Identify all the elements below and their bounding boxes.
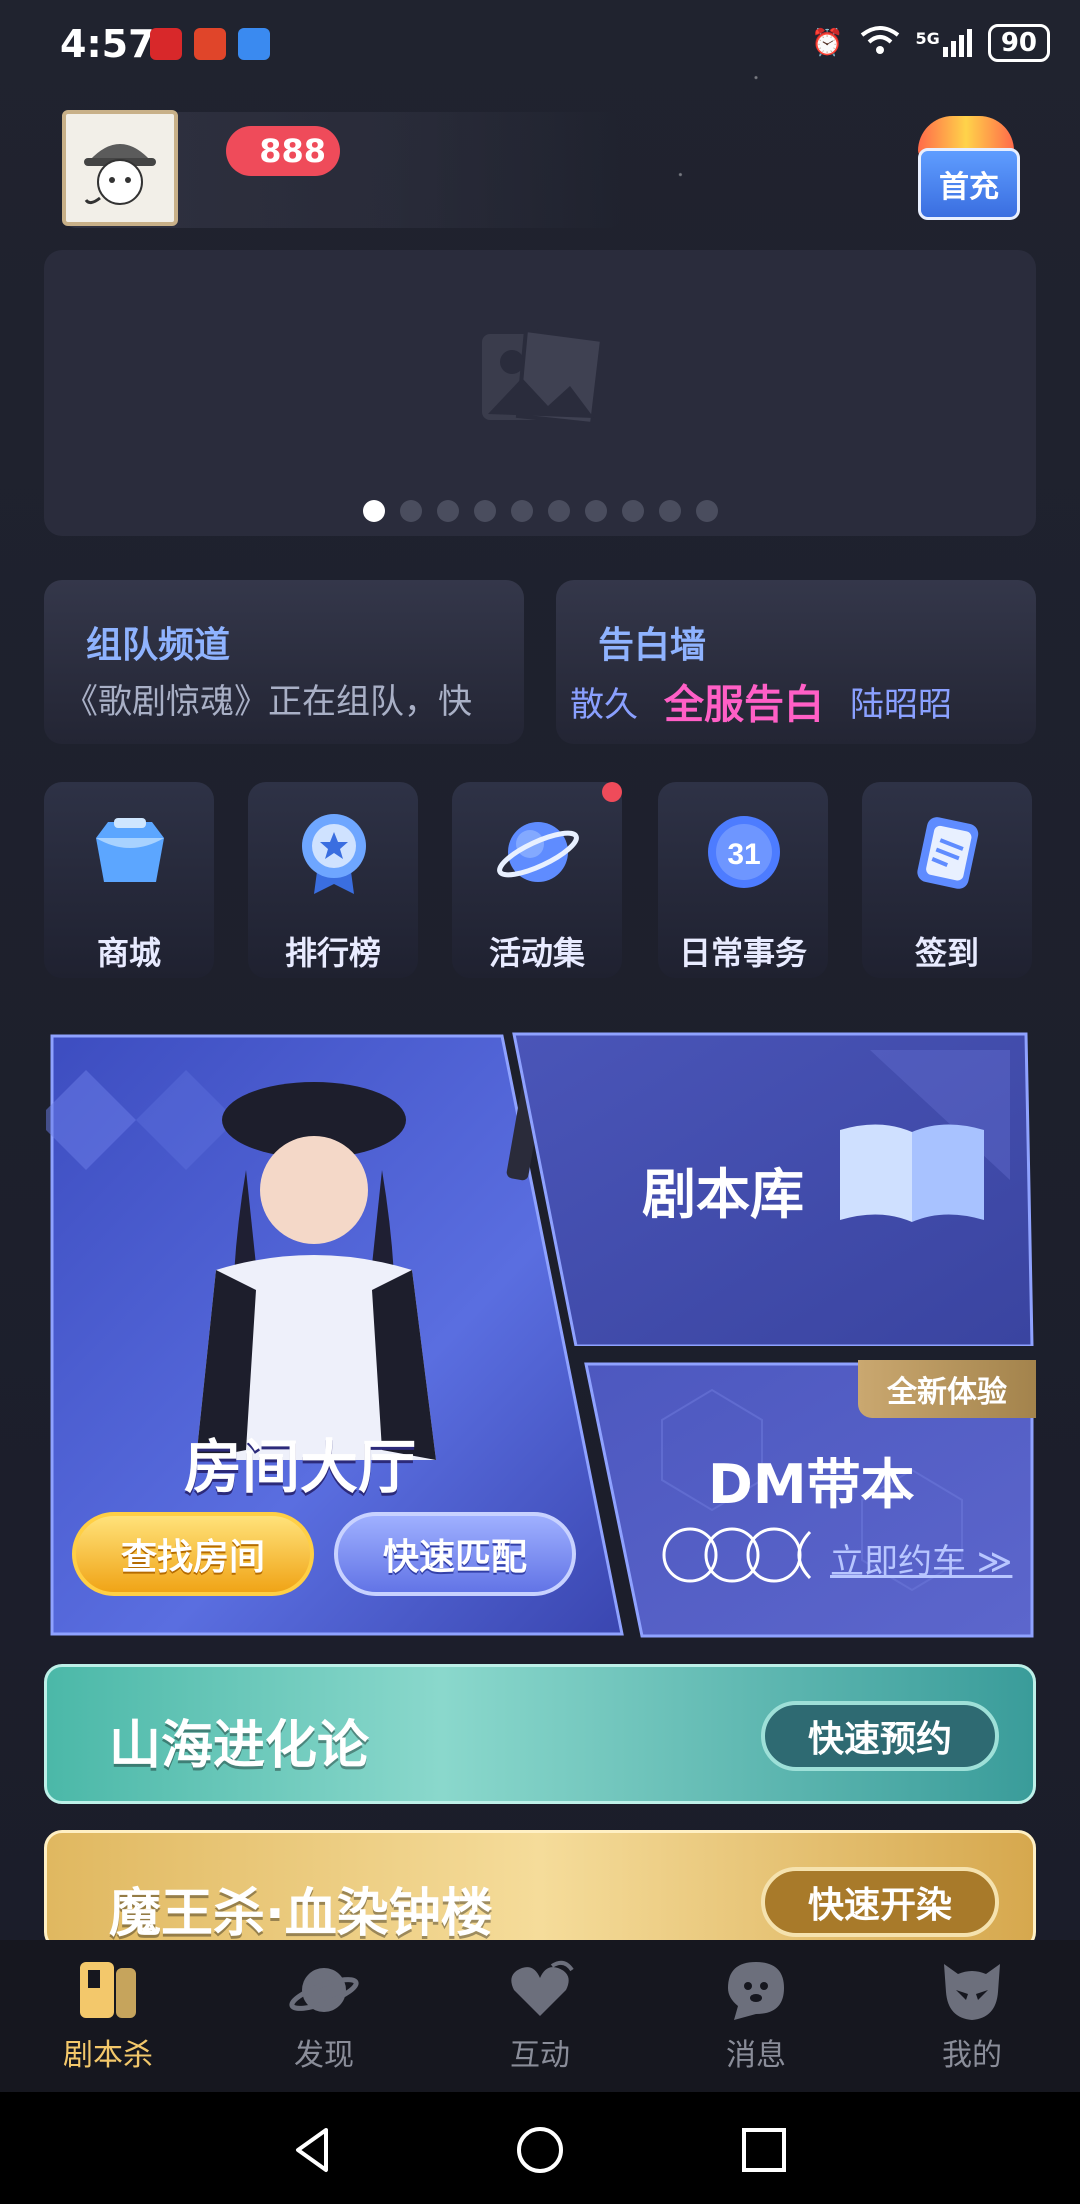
status-bar: 4:57 ⏰ 5G 90 — [0, 0, 1080, 92]
tab-me[interactable]: 我的 — [864, 1940, 1080, 2092]
dm-hosted-title: DM带本 — [708, 1453, 915, 1516]
event-banner-demon-king[interactable]: 魔王杀·血染钟楼 快速开染 — [44, 1830, 1036, 1950]
tab-messages[interactable]: 消息 — [648, 1940, 864, 2092]
tab-label: 发现 — [294, 2038, 354, 2073]
new-experience-tag: 全新体验 — [858, 1360, 1036, 1418]
pagination-dot[interactable] — [436, 500, 459, 522]
alarm-icon: ⏰ — [811, 28, 844, 58]
confession-wall-title: 告白墙 — [598, 625, 707, 666]
event-title: 山海进化论 — [109, 1716, 370, 1776]
wifi-icon — [860, 25, 900, 62]
quick-entry-checkin[interactable]: 签到 — [862, 782, 1032, 978]
back-icon[interactable] — [286, 2122, 342, 2178]
quick-entry-label: 日常事务 — [678, 934, 807, 972]
heart-chat-icon — [511, 1960, 574, 2016]
quick-entry-events[interactable]: 活动集 — [452, 782, 622, 978]
shop-icon — [96, 818, 164, 882]
recent-apps-icon[interactable] — [736, 2122, 792, 2178]
tab-label: 剧本杀 — [63, 2038, 153, 2073]
tab-label: 我的 — [942, 2038, 1002, 2073]
tab-label: 互动 — [510, 2038, 570, 2073]
signal-icon: 5G — [916, 29, 972, 57]
checkin-clipboard-icon — [917, 817, 979, 889]
room-hall-title: 房间大厅 — [184, 1433, 417, 1501]
system-navigation-bar — [0, 2092, 1080, 2204]
network-type: 5G — [915, 29, 940, 48]
planet-icon — [289, 1968, 359, 2012]
pagination-dot[interactable] — [584, 500, 607, 522]
tab-discover[interactable]: 发现 — [216, 1940, 432, 2092]
quick-entry-label: 活动集 — [488, 934, 585, 972]
open-book-icon — [840, 1124, 984, 1222]
bottom-tab-bar: 剧本杀 发现 互动 消息 我的 — [0, 1940, 1080, 2092]
coin-count-badge[interactable]: 888 — [226, 126, 340, 176]
pagination-dot[interactable] — [362, 500, 385, 522]
planet-icon — [497, 822, 579, 882]
quick-reserve-button[interactable]: 快速预约 — [761, 1701, 999, 1771]
pagination-dot[interactable] — [510, 500, 533, 522]
status-icons: ⏰ 5G 90 — [811, 24, 1050, 62]
script-library-title: 剧本库 — [642, 1163, 804, 1226]
avatar[interactable] — [62, 110, 178, 226]
app-notification-icon — [194, 28, 226, 60]
message-bubble-icon — [728, 1962, 784, 2020]
app-notification-icon — [150, 28, 182, 60]
confession-tag: 全服告白 — [664, 682, 824, 728]
book-now-link[interactable]: 立即约车 ≫ — [830, 1534, 1012, 1583]
quick-entry-ranking[interactable]: 排行榜 — [248, 782, 418, 978]
find-room-button[interactable]: 查找房间 — [72, 1512, 314, 1596]
status-time: 4:57 — [60, 22, 155, 66]
team-channel-card[interactable]: 组队频道 《歌剧惊魂》正在组队，快 — [44, 580, 524, 744]
quick-match-button[interactable]: 快速匹配 — [334, 1512, 576, 1596]
svg-text:31: 31 — [727, 838, 760, 871]
first-charge-label: 首充 — [918, 148, 1020, 220]
pagination-dot[interactable] — [658, 500, 681, 522]
pagination-dot[interactable] — [547, 500, 570, 522]
quick-entry-label: 签到 — [914, 934, 979, 972]
confession-to: 陆昭昭 — [850, 684, 952, 725]
detective-avatar-icon — [84, 144, 156, 205]
tab-script-murder[interactable]: 剧本杀 — [0, 1940, 216, 2092]
quick-entry-daily-tasks[interactable]: 31 日常事务 — [658, 782, 828, 978]
character-face — [260, 1136, 368, 1244]
pagination-dot[interactable] — [399, 500, 422, 522]
quick-entry-label: 商城 — [96, 934, 161, 972]
team-channel-subtitle: 《歌剧惊魂》正在组队，快 — [64, 682, 472, 722]
pagination-dot[interactable] — [473, 500, 496, 522]
pagination-dot[interactable] — [621, 500, 644, 522]
confession-entry: 散久 全服告白 陆昭昭 — [570, 672, 952, 730]
pagination-dot[interactable] — [695, 500, 718, 522]
mask-face-icon — [944, 1964, 1000, 2020]
banner-pagination — [0, 500, 1080, 522]
confession-from: 散久 — [570, 684, 638, 725]
calendar-31-icon: 31 — [708, 816, 780, 888]
quick-entry-shop[interactable]: 商城 — [44, 782, 214, 978]
home-icon[interactable] — [512, 2122, 568, 2178]
event-title: 魔王杀·血染钟楼 — [109, 1884, 493, 1944]
first-charge-button[interactable]: 首充 — [904, 110, 1024, 220]
quick-start-button[interactable]: 快速开染 — [761, 1867, 999, 1937]
ranking-medal-icon — [302, 814, 366, 894]
battery-indicator: 90 — [987, 24, 1050, 62]
confession-wall-card[interactable]: 告白墙 散久 全服告白 陆昭昭 — [556, 580, 1036, 744]
tab-interact[interactable]: 互动 — [432, 1940, 648, 2092]
event-banner-shanhai[interactable]: 山海进化论 快速预约 — [44, 1664, 1036, 1804]
image-placeholder-icon — [482, 327, 605, 427]
tab-label: 消息 — [726, 2038, 786, 2073]
team-channel-title: 组队频道 — [86, 625, 231, 666]
script-book-icon — [80, 1962, 136, 2018]
quick-entry-label: 排行榜 — [284, 934, 381, 972]
app-notification-icon — [238, 28, 270, 60]
avatar-rings-icon — [662, 1527, 812, 1583]
notification-dot — [602, 782, 622, 802]
